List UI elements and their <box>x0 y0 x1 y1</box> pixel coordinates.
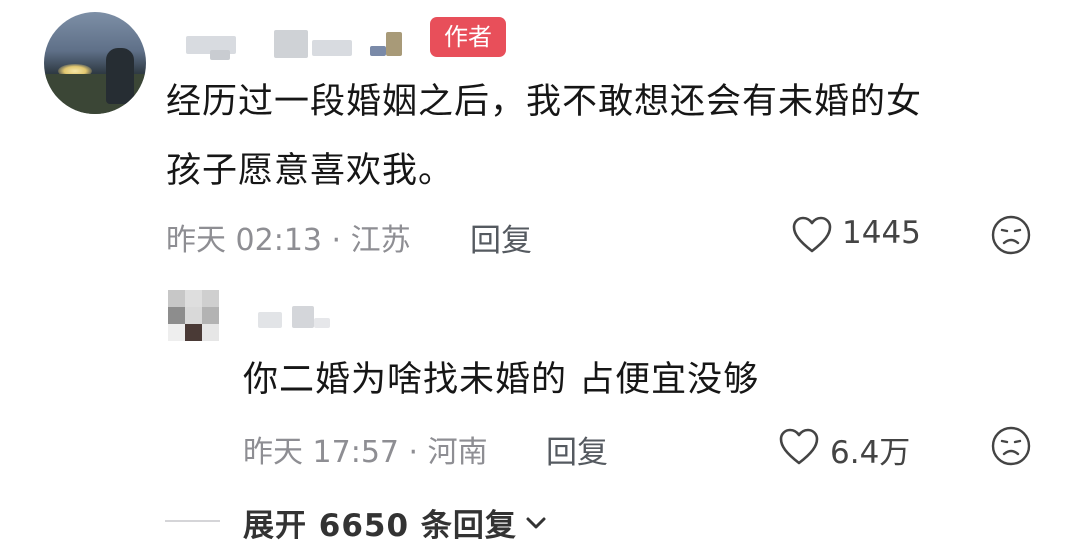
avatar-figure <box>106 48 134 104</box>
reply-meta: 昨天 17:57 · 河南 <box>243 435 488 470</box>
sad-face-icon[interactable] <box>990 214 1032 256</box>
comment-like-count: 1445 <box>842 215 921 251</box>
reply-reply-button[interactable]: 回复 <box>546 427 608 472</box>
reply-avatar[interactable] <box>168 290 220 342</box>
chevron-down-icon <box>523 513 549 533</box>
heart-outline-icon[interactable] <box>791 215 833 255</box>
comment-meta: 昨天 02:13 · 江苏 <box>166 223 411 258</box>
expand-divider <box>165 520 220 522</box>
expand-replies-button[interactable]: 展开 6650 条回复 <box>243 500 549 545</box>
expand-replies-label: 展开 6650 条回复 <box>243 508 517 544</box>
author-avatar[interactable] <box>44 12 146 114</box>
reply-text: 你二婚为啥找未婚的 占便宜没够 <box>243 360 760 400</box>
author-badge: 作者 <box>430 17 506 57</box>
reply-like-count: 6.4万 <box>830 435 911 471</box>
sad-face-icon[interactable] <box>990 425 1032 467</box>
comment-reply-button[interactable]: 回复 <box>470 215 532 260</box>
comment-text-line-2: 孩子愿意喜欢我。 <box>166 151 455 191</box>
comment-text-line-1: 经历过一段婚姻之后，我不敢想还会有未婚的女 <box>166 82 923 122</box>
heart-outline-icon[interactable] <box>778 427 820 467</box>
